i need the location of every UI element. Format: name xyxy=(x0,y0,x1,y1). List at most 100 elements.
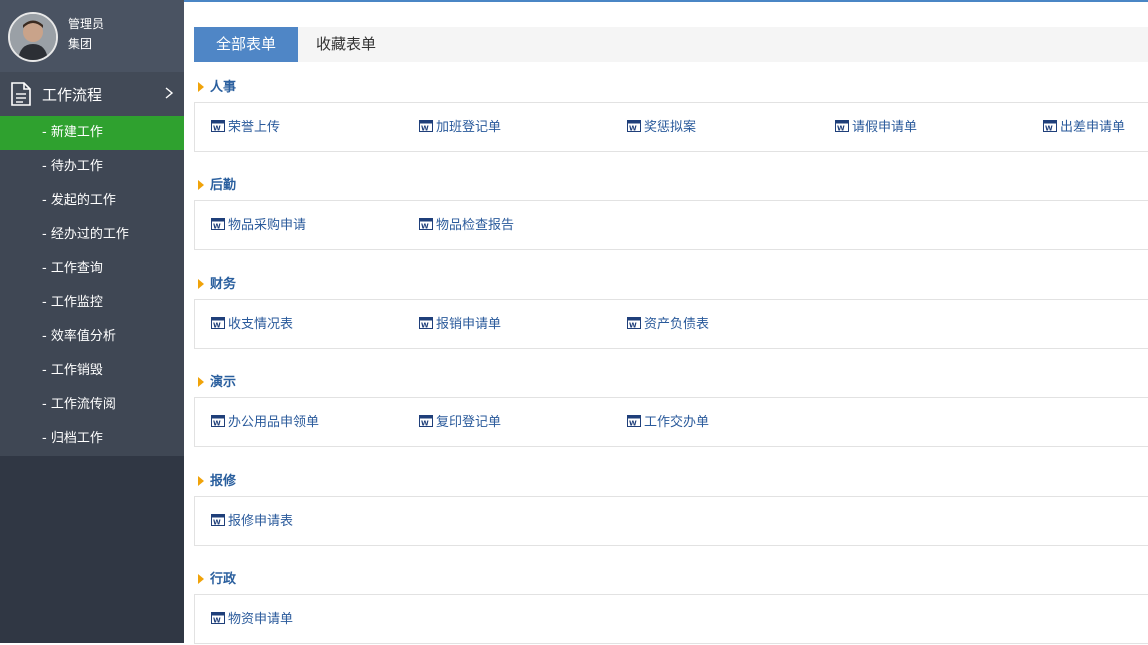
form-link[interactable]: W 报修申请表 xyxy=(211,497,293,545)
word-doc-icon: W xyxy=(211,317,225,329)
word-doc-icon: W xyxy=(211,514,225,526)
form-name: 物品采购申请 xyxy=(228,218,307,233)
form-name: 工作交办单 xyxy=(644,415,710,430)
menu-item-archive-work[interactable]: - 归档工作 xyxy=(0,422,184,456)
form-name: 奖惩拟案 xyxy=(644,120,697,135)
tab-favorite-forms[interactable]: 收藏表单 xyxy=(298,27,394,62)
svg-text:W: W xyxy=(213,617,221,625)
workflow-menu: - 新建工作 - 待办工作 - 发起的工作 - 经办过的工作 - 工作查询 - … xyxy=(0,116,184,456)
category-name: 演示 xyxy=(210,375,237,390)
word-doc-icon: W xyxy=(1043,120,1057,132)
form-name: 报修申请表 xyxy=(228,514,294,529)
chevron-right-icon xyxy=(164,82,174,108)
form-name: 出差申请单 xyxy=(1060,120,1126,135)
word-doc-icon: W xyxy=(211,218,225,230)
user-org: 集团 xyxy=(68,37,93,51)
sidebar-footer xyxy=(0,456,184,643)
menu-item-workflow-circulate[interactable]: - 工作流传阅 xyxy=(0,388,184,422)
form-name: 请假申请单 xyxy=(852,120,918,135)
word-doc-icon: W xyxy=(419,120,433,132)
form-link[interactable]: W 请假申请单 xyxy=(835,103,917,151)
word-doc-icon: W xyxy=(211,415,225,427)
form-link[interactable]: W 出差申请单 xyxy=(1043,103,1125,151)
document-icon xyxy=(10,82,32,110)
user-name: 管理员 xyxy=(68,17,105,31)
category-name: 行政 xyxy=(210,572,237,587)
form-link[interactable]: W 复印登记单 xyxy=(419,398,501,446)
category-box: W 报修申请表 xyxy=(194,496,1148,546)
form-link[interactable]: W 荣誉上传 xyxy=(211,103,280,151)
word-doc-icon: W xyxy=(211,120,225,132)
svg-text:W: W xyxy=(213,125,221,133)
section-title: 工作流程 xyxy=(42,86,103,104)
triangle-bullet-icon xyxy=(198,574,204,584)
workflow-section-header[interactable]: 工作流程 xyxy=(0,72,184,116)
form-name: 办公用品申领单 xyxy=(228,415,320,430)
form-link[interactable]: W 奖惩拟案 xyxy=(627,103,696,151)
menu-item-work-monitor[interactable]: - 工作监控 xyxy=(0,286,184,320)
category-title: 行政 xyxy=(198,570,236,590)
form-tabs: 全部表单 收藏表单 xyxy=(194,27,1148,62)
category-box: W 物品采购申请 W 物品检查报告 xyxy=(194,200,1148,250)
menu-item-work-destroy[interactable]: - 工作销毁 xyxy=(0,354,184,388)
form-name: 加班登记单 xyxy=(436,120,502,135)
svg-text:W: W xyxy=(629,420,637,428)
form-name: 收支情况表 xyxy=(228,317,294,332)
triangle-bullet-icon xyxy=(198,279,204,289)
word-doc-icon: W xyxy=(211,612,225,624)
category-name: 报修 xyxy=(210,474,237,489)
svg-text:W: W xyxy=(213,420,221,428)
svg-text:W: W xyxy=(1045,125,1053,133)
word-doc-icon: W xyxy=(627,120,641,132)
menu-item-handled-work[interactable]: - 经办过的工作 xyxy=(0,218,184,252)
category-box: W 物资申请单 xyxy=(194,594,1148,644)
category-title: 财务 xyxy=(198,275,236,295)
category-box: W 收支情况表 W 报销申请单 W 资产负债表 xyxy=(194,299,1148,349)
user-panel: 管理员 集团 xyxy=(0,0,184,72)
top-accent-line xyxy=(184,0,1148,2)
triangle-bullet-icon xyxy=(198,82,204,92)
menu-item-efficiency-analysis[interactable]: - 效率值分析 xyxy=(0,320,184,354)
form-name: 物资申请单 xyxy=(228,612,294,627)
form-link[interactable]: W 工作交办单 xyxy=(627,398,709,446)
form-link[interactable]: W 物资申请单 xyxy=(211,595,293,643)
avatar[interactable] xyxy=(8,12,58,62)
category-title: 后勤 xyxy=(198,176,236,196)
svg-text:W: W xyxy=(421,223,429,231)
word-doc-icon: W xyxy=(419,218,433,230)
word-doc-icon: W xyxy=(627,415,641,427)
svg-text:W: W xyxy=(213,519,221,527)
sidebar: 管理员 集团 工作流程 - 新建工作 - 待办工作 - 发起的工作 - 经办过的… xyxy=(0,0,184,643)
menu-item-work-query[interactable]: - 工作查询 xyxy=(0,252,184,286)
svg-text:W: W xyxy=(213,223,221,231)
triangle-bullet-icon xyxy=(198,476,204,486)
form-link[interactable]: W 物品采购申请 xyxy=(211,201,306,249)
menu-item-new-work[interactable]: - 新建工作 xyxy=(0,116,184,150)
menu-item-pending-work[interactable]: - 待办工作 xyxy=(0,150,184,184)
form-name: 物品检查报告 xyxy=(436,218,515,233)
category-box: W 荣誉上传 W 加班登记单 W 奖惩拟案 W 请假申请单 W 出差申请单 xyxy=(194,102,1148,152)
category-title: 报修 xyxy=(198,472,236,492)
form-link[interactable]: W 办公用品申领单 xyxy=(211,398,319,446)
form-name: 资产负债表 xyxy=(644,317,710,332)
svg-text:W: W xyxy=(629,322,637,330)
form-name: 报销申请单 xyxy=(436,317,502,332)
word-doc-icon: W xyxy=(627,317,641,329)
tab-all-forms[interactable]: 全部表单 xyxy=(194,27,298,62)
svg-text:W: W xyxy=(421,125,429,133)
form-link[interactable]: W 资产负债表 xyxy=(627,300,709,348)
menu-item-initiated-work[interactable]: - 发起的工作 xyxy=(0,184,184,218)
word-doc-icon: W xyxy=(419,317,433,329)
category-name: 后勤 xyxy=(210,178,237,193)
category-name: 财务 xyxy=(210,277,237,292)
svg-text:W: W xyxy=(213,322,221,330)
form-name: 复印登记单 xyxy=(436,415,502,430)
form-link[interactable]: W 物品检查报告 xyxy=(419,201,514,249)
svg-text:W: W xyxy=(837,125,845,133)
form-link[interactable]: W 收支情况表 xyxy=(211,300,293,348)
word-doc-icon: W xyxy=(419,415,433,427)
svg-text:W: W xyxy=(421,322,429,330)
form-link[interactable]: W 报销申请单 xyxy=(419,300,501,348)
form-name: 荣誉上传 xyxy=(228,120,281,135)
form-link[interactable]: W 加班登记单 xyxy=(419,103,501,151)
